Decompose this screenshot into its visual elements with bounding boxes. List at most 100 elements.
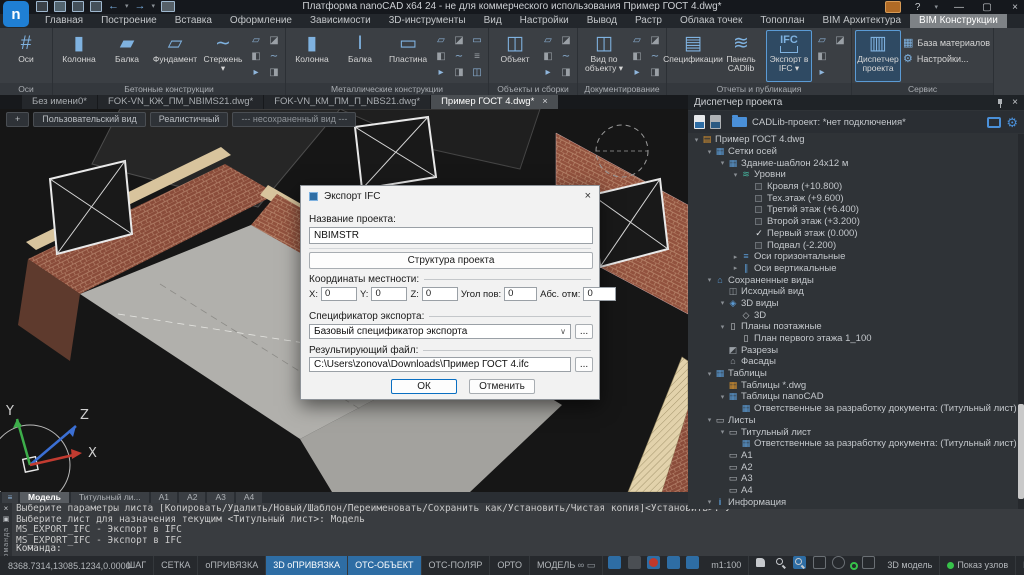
expand-arrow-icon[interactable]: ▾ <box>705 498 714 506</box>
close-icon[interactable]: × <box>4 505 9 513</box>
scale-selector[interactable]: m1:100 <box>704 556 749 575</box>
tool-icon[interactable]: ∼ <box>266 49 282 65</box>
expand-arrow-icon[interactable]: ▾ <box>718 393 727 401</box>
tool-icon[interactable]: ◧ <box>433 49 449 65</box>
minimize-button[interactable]: — <box>952 2 966 13</box>
nanocad-logo-icon[interactable]: n <box>3 1 29 27</box>
expand-arrow-icon[interactable]: ▾ <box>718 299 727 307</box>
tree-row[interactable]: ▾▦Здание-шаблон 24x12 м <box>688 157 1018 169</box>
layout-tab-3[interactable]: A1 <box>151 492 177 503</box>
statusbar-toggle-5[interactable]: ОТС-ОБЪЕКТ <box>348 556 421 575</box>
tool-icon[interactable]: ◧ <box>540 49 556 65</box>
ribbon-tab-1[interactable]: Главная <box>36 14 92 28</box>
tool-icon[interactable]: ▱ <box>540 33 556 49</box>
dynamic-input-icon[interactable] <box>667 556 680 569</box>
tree-row[interactable]: ▾▦Таблицы <box>688 368 1018 380</box>
expand-arrow-icon[interactable]: ▾ <box>718 323 727 331</box>
document-tab-4[interactable]: Пример ГОСТ 4.dwg*× <box>431 95 558 109</box>
expand-arrow-icon[interactable]: ▾ <box>718 428 727 436</box>
ribbon-button-column[interactable]: ▮Колонна <box>56 30 102 82</box>
tree-row[interactable]: ▾▦Таблицы nanoCAD <box>688 391 1018 403</box>
ribbon-tab-8[interactable]: Настройки <box>511 14 578 28</box>
statusbar-toggle-3[interactable]: оПРИВЯЗКА <box>198 556 266 575</box>
zoom-preview-icon[interactable] <box>813 556 826 569</box>
ribbon-list-item-2[interactable]: ⚙Настройки... <box>903 52 990 65</box>
coord-input-1[interactable]: 0 <box>321 287 357 301</box>
tree-row[interactable]: ▾⌂Сохраненные виды <box>688 274 1018 286</box>
expand-arrow-icon[interactable]: ▾ <box>718 159 727 167</box>
tool-icon[interactable]: ◨ <box>647 65 663 81</box>
collapse-arrow-icon[interactable]: ▸ <box>731 264 740 272</box>
lightbulb-icon[interactable] <box>628 556 641 569</box>
export-view-icon[interactable] <box>987 117 1001 128</box>
ribbon-button-ifc[interactable]: IFCЭкспорт в IFC ▾ <box>766 30 812 82</box>
ribbon-tab-12[interactable]: Топоплан <box>751 14 813 28</box>
lod-toggle[interactable]: LOD <box>1016 556 1024 575</box>
store-icon[interactable] <box>885 1 901 13</box>
layout-tab-4[interactable]: A2 <box>179 492 205 503</box>
coord-input-3[interactable]: 0 <box>422 287 458 301</box>
statusbar-toggle-7[interactable]: ОРТО <box>490 556 530 575</box>
layout-tab-5[interactable]: A3 <box>207 492 233 503</box>
tree-row[interactable]: ◫Исходный вид <box>688 286 1018 298</box>
pan-icon[interactable] <box>754 556 767 569</box>
help-button[interactable]: ? <box>915 2 921 13</box>
tree-row[interactable]: Третий этаж (+6.400) <box>688 204 1018 216</box>
ribbon-tab-10[interactable]: Растр <box>626 14 671 28</box>
lock-ucs-icon[interactable] <box>647 556 660 569</box>
axis-tracking-icon[interactable] <box>686 556 699 569</box>
coord-input-2[interactable]: 0 <box>371 287 407 301</box>
ribbon-button-plate[interactable]: ▭Пластина <box>385 30 431 82</box>
tool-icon[interactable]: ∼ <box>451 49 467 65</box>
help-dropdown-icon[interactable]: ▾ <box>934 2 938 13</box>
tool-icon[interactable]: ▱ <box>814 33 830 49</box>
tool-icon[interactable]: ◨ <box>558 65 574 81</box>
tool-icon[interactable]: ◧ <box>248 49 264 65</box>
tool-icon[interactable]: ≡ <box>469 49 485 65</box>
tree-row[interactable]: ▾▦Сетки осей <box>688 146 1018 158</box>
ribbon-button-foundation[interactable]: ▱Фундамент <box>152 30 198 82</box>
ribbon-button-column[interactable]: ▮Колонна <box>289 30 335 82</box>
tree-row[interactable]: ▾≋Уровни <box>688 169 1018 181</box>
checkmark-icon[interactable]: ✓ <box>753 228 765 239</box>
select-cursor-icon[interactable] <box>608 556 621 569</box>
tree-row[interactable]: ✓Первый этаж (0.000) <box>688 228 1018 240</box>
tool-icon[interactable]: ◨ <box>266 65 282 81</box>
tool-icon[interactable]: ▸ <box>248 65 264 81</box>
view-mode-selector[interactable]: 3D модель <box>880 556 940 575</box>
zoom-window-icon[interactable] <box>793 556 806 569</box>
layout-tab-6[interactable]: A4 <box>236 492 262 503</box>
show-nodes-toggle[interactable]: Показ узлов <box>940 556 1016 575</box>
checkbox-icon[interactable] <box>755 206 762 213</box>
tree-row[interactable]: ▾▯Планы поэтажные <box>688 321 1018 333</box>
coord-input-5[interactable]: 0 <box>583 287 616 301</box>
statusbar-toggle-4[interactable]: 3D оПРИВЯЗКА <box>266 556 348 575</box>
expand-arrow-icon[interactable]: ▾ <box>705 416 714 424</box>
tree-row[interactable]: ▭A4 <box>688 485 1018 497</box>
tree-row[interactable]: ▸∥Оси вертикальные <box>688 263 1018 275</box>
layout-tab-1[interactable]: Модель <box>20 492 69 503</box>
project-name-input[interactable]: NBIMSTR <box>309 227 593 244</box>
panel-scrollbar[interactable] <box>1018 134 1024 509</box>
tool-icon[interactable]: ∼ <box>647 49 663 65</box>
tree-row[interactable]: ▸≡Оси горизонтальные <box>688 251 1018 263</box>
command-window[interactable]: × ▣ Команда Выберите параметры листа [Ко… <box>0 503 1024 556</box>
tool-icon[interactable]: ◪ <box>558 33 574 49</box>
ribbon-tab-11[interactable]: Облака точек <box>671 14 751 28</box>
panel-settings-icon[interactable]: ⚙ <box>1006 116 1018 129</box>
tree-row[interactable]: ▾iИнформация <box>688 496 1018 508</box>
collapse-arrow-icon[interactable]: ▸ <box>731 253 740 261</box>
tool-icon[interactable]: ◪ <box>647 33 663 49</box>
expand-arrow-icon[interactable]: ▾ <box>692 136 701 144</box>
maximize-button[interactable]: ▢ <box>980 2 994 13</box>
result-file-input[interactable]: C:\Users\zonova\Downloads\Пример ГОСТ 4.… <box>309 357 571 372</box>
ribbon-tab-9[interactable]: Вывод <box>578 14 626 28</box>
zoom-icon[interactable] <box>774 556 787 569</box>
screens-icon[interactable] <box>862 556 875 569</box>
checkbox-icon[interactable] <box>755 218 762 225</box>
result-browse-button[interactable]: ... <box>575 357 593 372</box>
tool-icon[interactable]: ◧ <box>629 49 645 65</box>
orbit-icon[interactable] <box>832 556 845 569</box>
specifier-browse-button[interactable]: ... <box>575 324 593 339</box>
tree-row[interactable]: ▭A3 <box>688 473 1018 485</box>
